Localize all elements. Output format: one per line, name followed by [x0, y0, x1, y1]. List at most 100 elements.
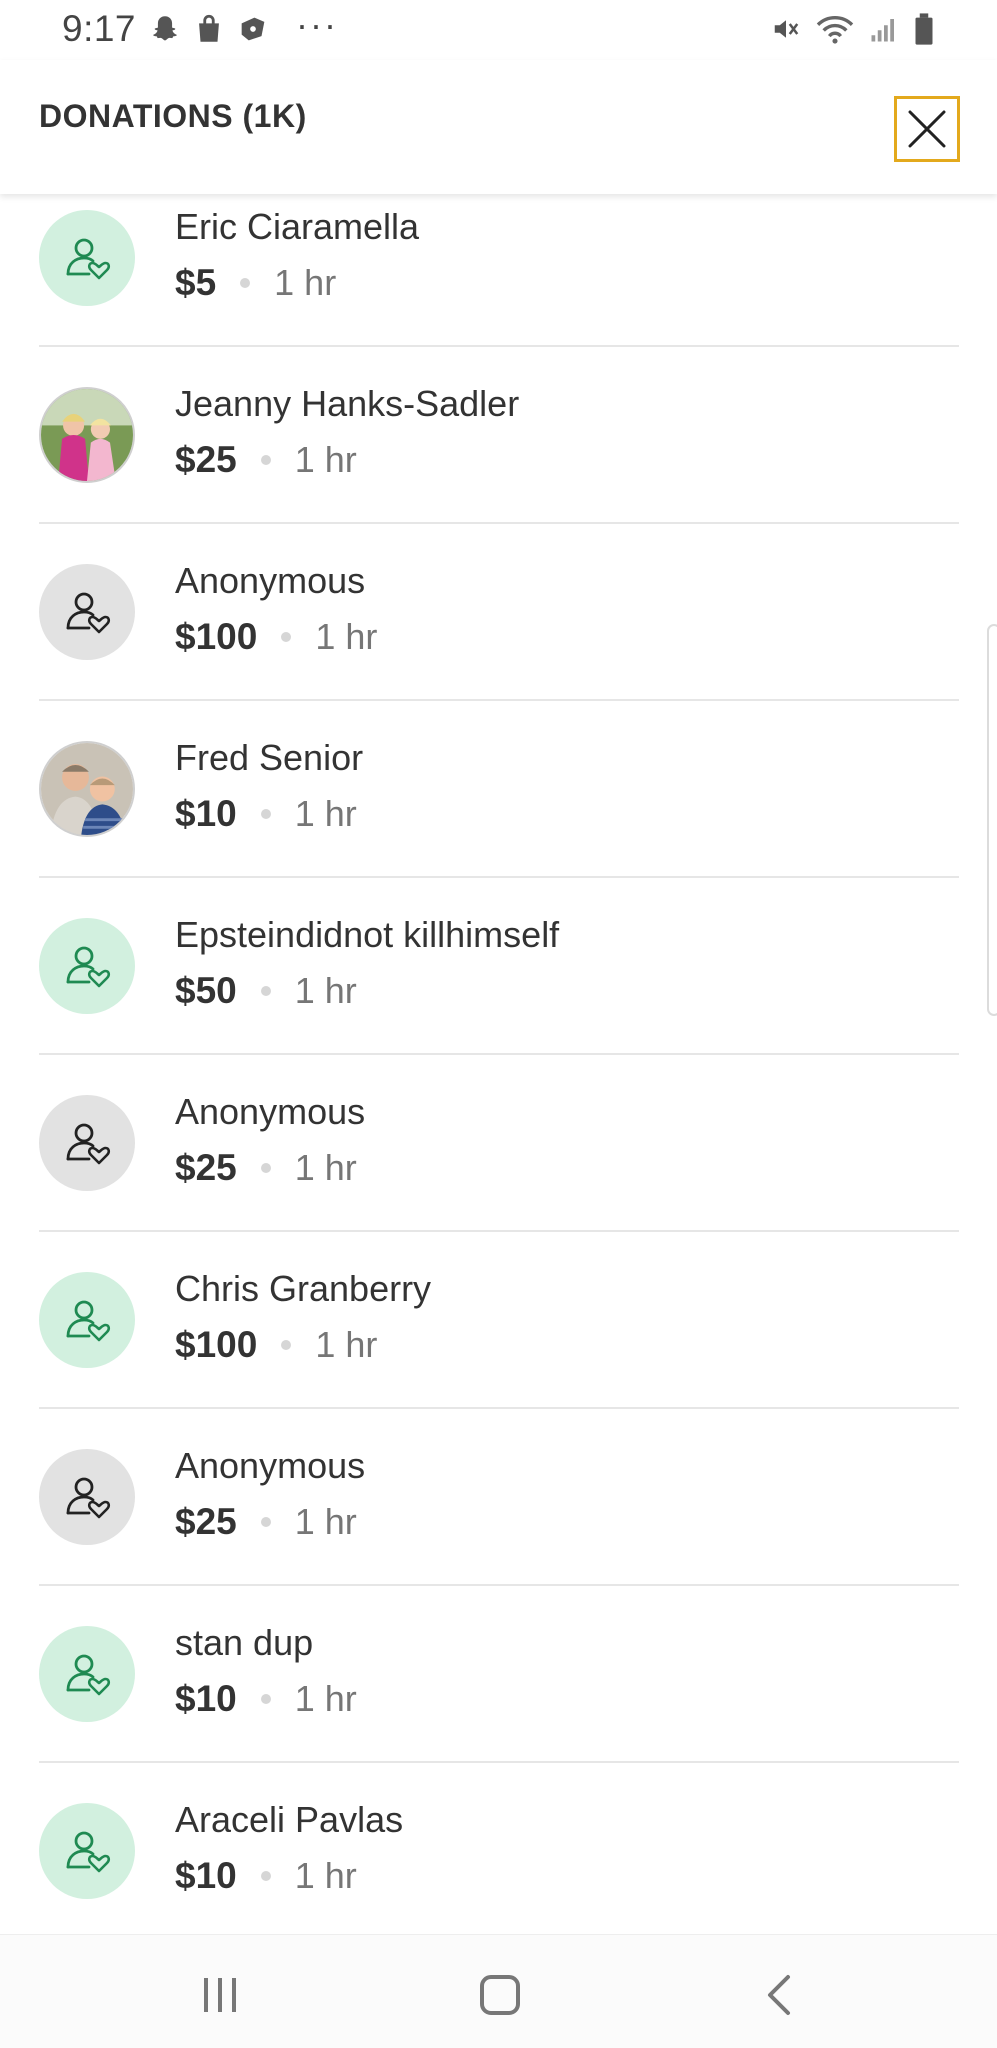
close-button[interactable]: [894, 96, 960, 162]
separator-dot: [240, 278, 251, 288]
donation-amount: $10: [175, 1855, 237, 1896]
donor-avatar: [39, 1449, 135, 1545]
donor-avatar: [39, 1095, 135, 1191]
donor-heart-icon: [66, 1123, 111, 1165]
donor-avatar: [39, 1803, 135, 1899]
donation-row[interactable]: stan dup $10 1 hr: [39, 1586, 959, 1763]
donation-meta: $25 1 hr: [175, 439, 357, 481]
donation-row[interactable]: Epsteindidnot killhimself $50 1 hr: [39, 878, 959, 1055]
donation-amount: $50: [175, 970, 237, 1011]
app-icon: [241, 17, 265, 41]
donation-row[interactable]: Eric Ciaramella $5 1 hr: [39, 194, 959, 347]
donor-avatar: [39, 564, 135, 660]
snapchat-icon: [152, 16, 178, 41]
more-notifications: ···: [296, 4, 338, 45]
donation-amount: $25: [175, 1501, 237, 1542]
separator-dot: [281, 632, 292, 642]
separator-dot: [281, 1340, 292, 1350]
page-title: DONATIONS (1K): [39, 98, 307, 134]
donor-photo: [41, 743, 133, 835]
wifi-icon: [816, 16, 854, 44]
donor-heart-icon: [66, 238, 111, 280]
navigation-bar: [0, 1934, 997, 2048]
donation-meta: $10 1 hr: [175, 1678, 357, 1720]
donor-name: Eric Ciaramella: [175, 206, 420, 247]
close-icon: [908, 110, 946, 148]
donor-heart-icon: [66, 1477, 111, 1519]
separator-dot: [260, 1871, 271, 1881]
donor-avatar: [39, 387, 135, 483]
donation-time: 1 hr: [294, 793, 357, 834]
donation-row[interactable]: Araceli Pavlas $10 1 hr: [39, 1763, 959, 1934]
separator-dot: [260, 1163, 271, 1173]
donor-name: Fred Senior: [175, 737, 364, 778]
status-bar: 9:17 ···: [0, 0, 997, 60]
donation-time: 1 hr: [315, 1324, 378, 1365]
donation-time: 1 hr: [294, 1678, 357, 1719]
donor-heart-icon: [66, 1300, 111, 1342]
recent-apps-icon: [204, 1978, 236, 2012]
donation-row[interactable]: Anonymous $25 1 hr: [39, 1409, 959, 1586]
donation-meta: $25 1 hr: [175, 1147, 357, 1189]
donation-row[interactable]: Fred Senior $10 1 hr: [39, 701, 959, 878]
donor-name: Araceli Pavlas: [175, 1799, 404, 1840]
donation-time: 1 hr: [294, 1855, 357, 1896]
donor-name: Jeanny Hanks-Sadler: [175, 383, 520, 424]
separator-dot: [260, 1694, 271, 1704]
donor-heart-icon: [66, 946, 111, 988]
donation-amount: $10: [175, 1678, 237, 1719]
donation-time: 1 hr: [294, 1501, 357, 1542]
separator-dot: [260, 986, 271, 996]
donation-time: 1 hr: [294, 439, 357, 480]
donation-row[interactable]: Jeanny Hanks-Sadler $25 1 hr: [39, 347, 959, 524]
separator-dot: [260, 455, 271, 465]
donations-list[interactable]: Eric Ciaramella $5 1 hr Jeanny Hanks-Sadle…: [0, 194, 997, 1934]
donation-amount: $10: [175, 793, 237, 834]
donation-time: 1 hr: [294, 1147, 357, 1188]
back-icon: [768, 1975, 790, 2015]
donor-name: Chris Granberry: [175, 1268, 432, 1309]
donation-meta: $100 1 hr: [175, 1324, 377, 1366]
system-icons: [771, 12, 935, 46]
donor-name: Anonymous: [175, 1445, 366, 1486]
separator-dot: [260, 809, 271, 819]
donation-row[interactable]: Anonymous $25 1 hr: [39, 1055, 959, 1232]
home-icon: [480, 1975, 520, 2015]
donor-photo: [41, 389, 133, 481]
donation-meta: $10 1 hr: [175, 1855, 357, 1897]
back-button[interactable]: [750, 1965, 810, 2025]
battery-icon: [915, 13, 933, 45]
donation-time: 1 hr: [274, 262, 337, 303]
donor-avatar: [39, 918, 135, 1014]
scroll-indicator[interactable]: [987, 624, 997, 1016]
donation-row[interactable]: Anonymous $100 1 hr: [39, 524, 959, 701]
donation-amount: $25: [175, 1147, 237, 1188]
donation-time: 1 hr: [315, 616, 378, 657]
donation-row[interactable]: Chris Granberry $100 1 hr: [39, 1232, 959, 1409]
donor-heart-icon: [66, 1654, 111, 1696]
donor-name: Epsteindidnot killhimself: [175, 914, 560, 955]
donation-meta: $50 1 hr: [175, 970, 357, 1012]
mute-icon: [774, 20, 799, 38]
separator-dot: [260, 1517, 271, 1527]
status-time: 9:17: [62, 8, 137, 49]
donations-header: DONATIONS (1K): [0, 60, 997, 194]
donation-meta: $100 1 hr: [175, 616, 377, 658]
donation-meta: $10 1 hr: [175, 793, 357, 835]
signal-icon: [871, 19, 894, 42]
donation-amount: $5: [175, 262, 217, 303]
recent-apps-button[interactable]: [190, 1965, 250, 2025]
donor-name: Anonymous: [175, 1091, 366, 1132]
shopping-bag-icon: [199, 14, 219, 42]
donation-amount: $25: [175, 439, 237, 480]
donation-meta: $25 1 hr: [175, 1501, 357, 1543]
donation-meta: $5 1 hr: [175, 262, 336, 304]
donation-amount: $100: [175, 1324, 258, 1365]
home-button[interactable]: [470, 1965, 530, 2025]
notification-icons: [148, 12, 270, 46]
donor-heart-icon: [66, 592, 111, 634]
donor-avatar: [39, 1272, 135, 1368]
donor-avatar: [39, 210, 135, 306]
donor-name: stan dup: [175, 1622, 314, 1663]
donation-amount: $100: [175, 616, 258, 657]
